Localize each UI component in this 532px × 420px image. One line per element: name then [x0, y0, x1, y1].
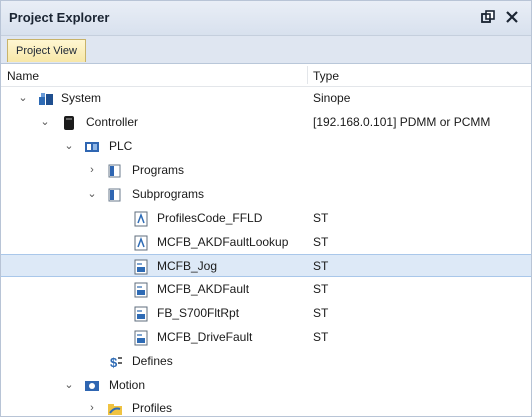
- tree-row-mcfb-drivefault[interactable]: MCFB_DriveFault ST: [1, 326, 531, 349]
- chevron-down-icon[interactable]: ⌄: [17, 91, 29, 105]
- tree-row-controller[interactable]: ⌄ Controller [192.168.0.101] PDMM or PCM…: [1, 111, 531, 134]
- tree-label: System: [61, 91, 102, 105]
- column-type-header[interactable]: Type: [313, 69, 339, 83]
- tree-label: ProfilesCode_FFLD: [157, 211, 263, 225]
- tree-label: Controller: [86, 115, 139, 129]
- tree-type: ST: [313, 235, 329, 249]
- close-icon[interactable]: [503, 7, 521, 27]
- tree-type: ST: [313, 306, 329, 320]
- tree-label: Subprograms: [132, 187, 205, 201]
- column-header: Name Type: [1, 64, 531, 87]
- tree-label: MCFB_Jog: [157, 259, 218, 273]
- system-icon: [38, 91, 54, 107]
- tree-label: FB_S700FltRpt: [157, 306, 240, 320]
- tree-row-system[interactable]: ⌄ System Sinope: [1, 87, 531, 110]
- project-tree: Name Type ⌄ System Sinope ⌄ Controller […: [1, 64, 531, 416]
- tree-label: Profiles: [132, 401, 173, 415]
- defines-icon: $: [108, 354, 124, 370]
- st-icon: [133, 330, 149, 346]
- tree-label: Motion: [109, 378, 146, 392]
- tab-strip: Project View: [1, 36, 531, 64]
- tree-type: ST: [313, 259, 329, 273]
- profiles-icon: [107, 401, 123, 417]
- tree-row-mcfb-akdfaultlookup[interactable]: MCFB_AKDFaultLookup ST: [1, 231, 531, 254]
- tree-label: PLC: [109, 139, 133, 153]
- tree-type: ST: [313, 330, 329, 344]
- st-icon: [133, 282, 149, 298]
- project-explorer-panel: Project Explorer Project View Name Type: [0, 0, 532, 417]
- folder-icon: [107, 163, 123, 179]
- tree-label: Programs: [132, 163, 185, 177]
- tree-type: Sinope: [313, 91, 351, 105]
- tree-label: Defines: [132, 354, 173, 368]
- restore-icon[interactable]: [479, 7, 497, 27]
- tree-row-fb-s700fltrpt[interactable]: FB_S700FltRpt ST: [1, 302, 531, 325]
- tree-row-programs[interactable]: › Programs: [1, 159, 531, 182]
- tree-row-subprograms[interactable]: ⌄ Subprograms: [1, 183, 531, 206]
- tree-type: ST: [313, 211, 329, 225]
- folder-icon: [107, 187, 123, 203]
- plc-icon: [84, 139, 100, 155]
- chevron-down-icon[interactable]: ⌄: [63, 139, 75, 153]
- ffld-icon: [133, 211, 149, 227]
- tree-row-mcfb-jog[interactable]: MCFB_Jog ST: [1, 254, 531, 277]
- chevron-down-icon[interactable]: ⌄: [86, 187, 98, 201]
- chevron-down-icon[interactable]: ⌄: [39, 115, 51, 129]
- tree-row-plc[interactable]: ⌄ PLC: [1, 135, 531, 158]
- tree-row-mcfb-akdfault[interactable]: MCFB_AKDFault ST: [1, 278, 531, 301]
- chevron-right-icon[interactable]: ›: [86, 163, 98, 177]
- ffld-icon: [133, 235, 149, 251]
- tree-type: ST: [313, 282, 329, 296]
- st-icon: [133, 259, 149, 275]
- svg-text:$: $: [110, 355, 118, 370]
- tree-label: MCFB_AKDFaultLookup: [157, 235, 289, 249]
- chevron-right-icon[interactable]: ›: [86, 401, 98, 415]
- motion-icon: [84, 378, 100, 394]
- tree-label: MCFB_AKDFault: [157, 282, 250, 296]
- controller-icon: [61, 115, 77, 131]
- column-divider[interactable]: [307, 66, 308, 84]
- panel-title: Project Explorer: [9, 10, 110, 25]
- tree-type: [192.168.0.101] PDMM or PCMM: [313, 115, 491, 129]
- st-icon: [133, 306, 149, 322]
- tab-project-view[interactable]: Project View: [7, 39, 86, 62]
- chevron-down-icon[interactable]: ⌄: [63, 378, 75, 392]
- title-bar: Project Explorer: [1, 1, 531, 36]
- tree-row-motion[interactable]: ⌄ Motion: [1, 374, 531, 397]
- tree-row-defines[interactable]: $ Defines: [1, 350, 531, 373]
- column-name-header[interactable]: Name: [7, 69, 39, 83]
- tree-row-profilescode-ffld[interactable]: ProfilesCode_FFLD ST: [1, 207, 531, 230]
- tree-label: MCFB_DriveFault: [157, 330, 253, 344]
